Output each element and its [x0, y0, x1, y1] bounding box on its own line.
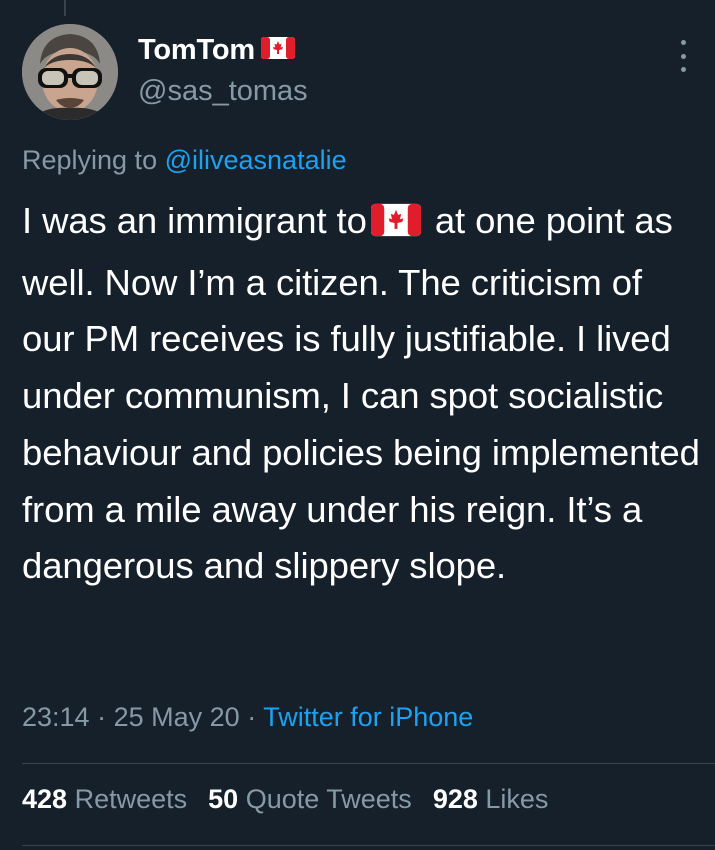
- tweet-date[interactable]: 25 May 20: [114, 702, 240, 732]
- tweet-header: TomTom @sas_tomas: [22, 24, 695, 124]
- retweets-count: 428: [22, 784, 68, 814]
- divider-top: [22, 763, 715, 764]
- replying-to-label: Replying to: [22, 145, 158, 175]
- divider-bottom: [22, 845, 715, 846]
- engagement-stats: 428 Retweets 50 Quote Tweets 928 Likes: [22, 784, 569, 815]
- meta-separator: ·: [97, 702, 107, 732]
- reply-handle-link[interactable]: @iliveasnatalie: [165, 145, 347, 175]
- tweet-meta: 23:14 · 25 May 20 · Twitter for iPhone: [22, 702, 473, 733]
- display-name[interactable]: TomTom: [138, 34, 255, 67]
- canada-flag-icon: [260, 34, 295, 67]
- user-handle[interactable]: @sas_tomas: [138, 75, 308, 108]
- replying-to: Replying to @iliveasnatalie: [22, 145, 347, 176]
- thread-line: [64, 0, 66, 16]
- likes-label: Likes: [485, 784, 549, 814]
- tweet-source-link[interactable]: Twitter for iPhone: [263, 702, 473, 732]
- avatar-image: [22, 24, 118, 120]
- more-options-icon[interactable]: [679, 40, 687, 72]
- retweets-stat[interactable]: 428 Retweets: [22, 784, 187, 815]
- likes-count: 928: [432, 784, 478, 814]
- avatar[interactable]: [22, 24, 118, 120]
- tweet-text: I was an immigrant to at one point as we…: [22, 193, 702, 595]
- quote-tweets-stat[interactable]: 50 Quote Tweets: [208, 784, 412, 815]
- quote-tweets-label: Quote Tweets: [245, 784, 412, 814]
- retweets-label: Retweets: [74, 784, 188, 814]
- tweet-text-part-2: at one point as well. Now I’m a citizen.…: [22, 200, 700, 587]
- tweet-time[interactable]: 23:14: [22, 702, 90, 732]
- meta-separator-2: ·: [247, 702, 257, 732]
- quote-tweets-count: 50: [208, 784, 239, 814]
- display-name-row[interactable]: TomTom: [138, 34, 308, 67]
- likes-stat[interactable]: 928 Likes: [433, 784, 549, 815]
- tweet-text-part-1: I was an immigrant to: [22, 200, 367, 241]
- canada-flag-emoji-icon: [370, 198, 421, 255]
